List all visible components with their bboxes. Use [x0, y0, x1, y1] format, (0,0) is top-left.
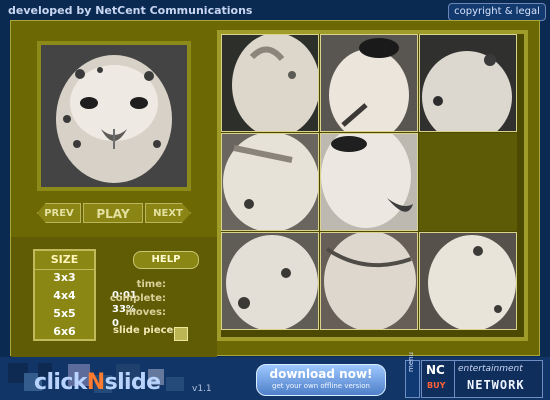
puzzle-tile[interactable] — [320, 232, 418, 330]
slide-pieces-checkbox[interactable] — [174, 327, 188, 341]
empty-tile — [419, 133, 517, 231]
entertainment-network-logo: entertainment NETWORK — [455, 360, 543, 398]
next-button[interactable]: NEXT — [145, 203, 191, 223]
moves-label: moves: — [125, 307, 166, 318]
puzzle-tile[interactable] — [221, 133, 319, 231]
puzzle-tile[interactable] — [419, 34, 517, 132]
leopard-tile-icon — [222, 134, 318, 230]
size-option-5x5[interactable]: 5x5 — [35, 305, 94, 323]
brand-nc: NC — [426, 363, 445, 377]
leopard-tile-icon — [222, 233, 318, 329]
version-label: v1.1 — [192, 384, 212, 394]
leopard-tile-icon — [420, 233, 516, 329]
size-title: SIZE — [35, 251, 94, 270]
game-board: PREV PLAY NEXT SIZE 3x3 4x4 5x5 6x6 HELP… — [10, 20, 540, 357]
brand-buy: BUY — [427, 381, 446, 390]
size-option-3x3[interactable]: 3x3 — [35, 269, 94, 287]
puzzle-tile[interactable] — [419, 232, 517, 330]
puzzle-grid — [217, 30, 528, 341]
prev-button[interactable]: PREV — [37, 203, 81, 223]
leopard-tile-icon — [420, 35, 516, 131]
puzzle-preview-image — [37, 41, 191, 191]
preview-navigation: PREV PLAY NEXT — [37, 203, 191, 223]
leopard-tile-icon — [321, 233, 417, 329]
logo-prefix: click — [34, 370, 87, 395]
ncbuy-logo: NC BUY — [421, 360, 455, 398]
brand-network: NETWORK — [467, 378, 525, 392]
download-title: download now! — [269, 367, 373, 381]
snow-leopard-preview-icon — [41, 45, 187, 187]
size-selector: SIZE 3x3 4x4 5x5 6x6 — [33, 249, 96, 341]
leopard-tile-icon — [321, 35, 417, 131]
puzzle-tile[interactable] — [320, 133, 418, 231]
footer-block — [166, 377, 184, 391]
time-label: time: — [136, 279, 166, 290]
brand-entertainment: entertainment — [458, 364, 523, 374]
puzzle-tile[interactable] — [221, 232, 319, 330]
logo-mid: N — [86, 370, 105, 395]
clicknslide-logo: clickNslide — [34, 370, 161, 395]
complete-label: complete: — [109, 293, 166, 304]
copyright-legal-button[interactable]: copyright & legal — [448, 3, 546, 21]
puzzle-tile[interactable] — [221, 34, 319, 132]
slide-pieces-label: slide pieces — [113, 325, 180, 336]
top-bar: developed by NetCent Communications copy… — [0, 0, 550, 22]
puzzle-tile[interactable] — [320, 34, 418, 132]
help-button[interactable]: HELP — [133, 251, 199, 269]
size-option-4x4[interactable]: 4x4 — [35, 287, 94, 305]
menu-button[interactable]: menu — [405, 352, 420, 398]
logo-suffix: slide — [104, 370, 161, 395]
play-button[interactable]: PLAY — [83, 203, 143, 223]
leopard-tile-icon — [321, 134, 417, 230]
developer-text: developed by NetCent Communications — [8, 4, 253, 17]
download-button[interactable]: download now! get your own offline versi… — [256, 364, 386, 396]
download-subtitle: get your own offline version — [272, 382, 370, 390]
menu-label: menu — [407, 352, 415, 372]
leopard-tile-icon — [222, 35, 318, 131]
size-option-6x6[interactable]: 6x6 — [35, 323, 94, 341]
